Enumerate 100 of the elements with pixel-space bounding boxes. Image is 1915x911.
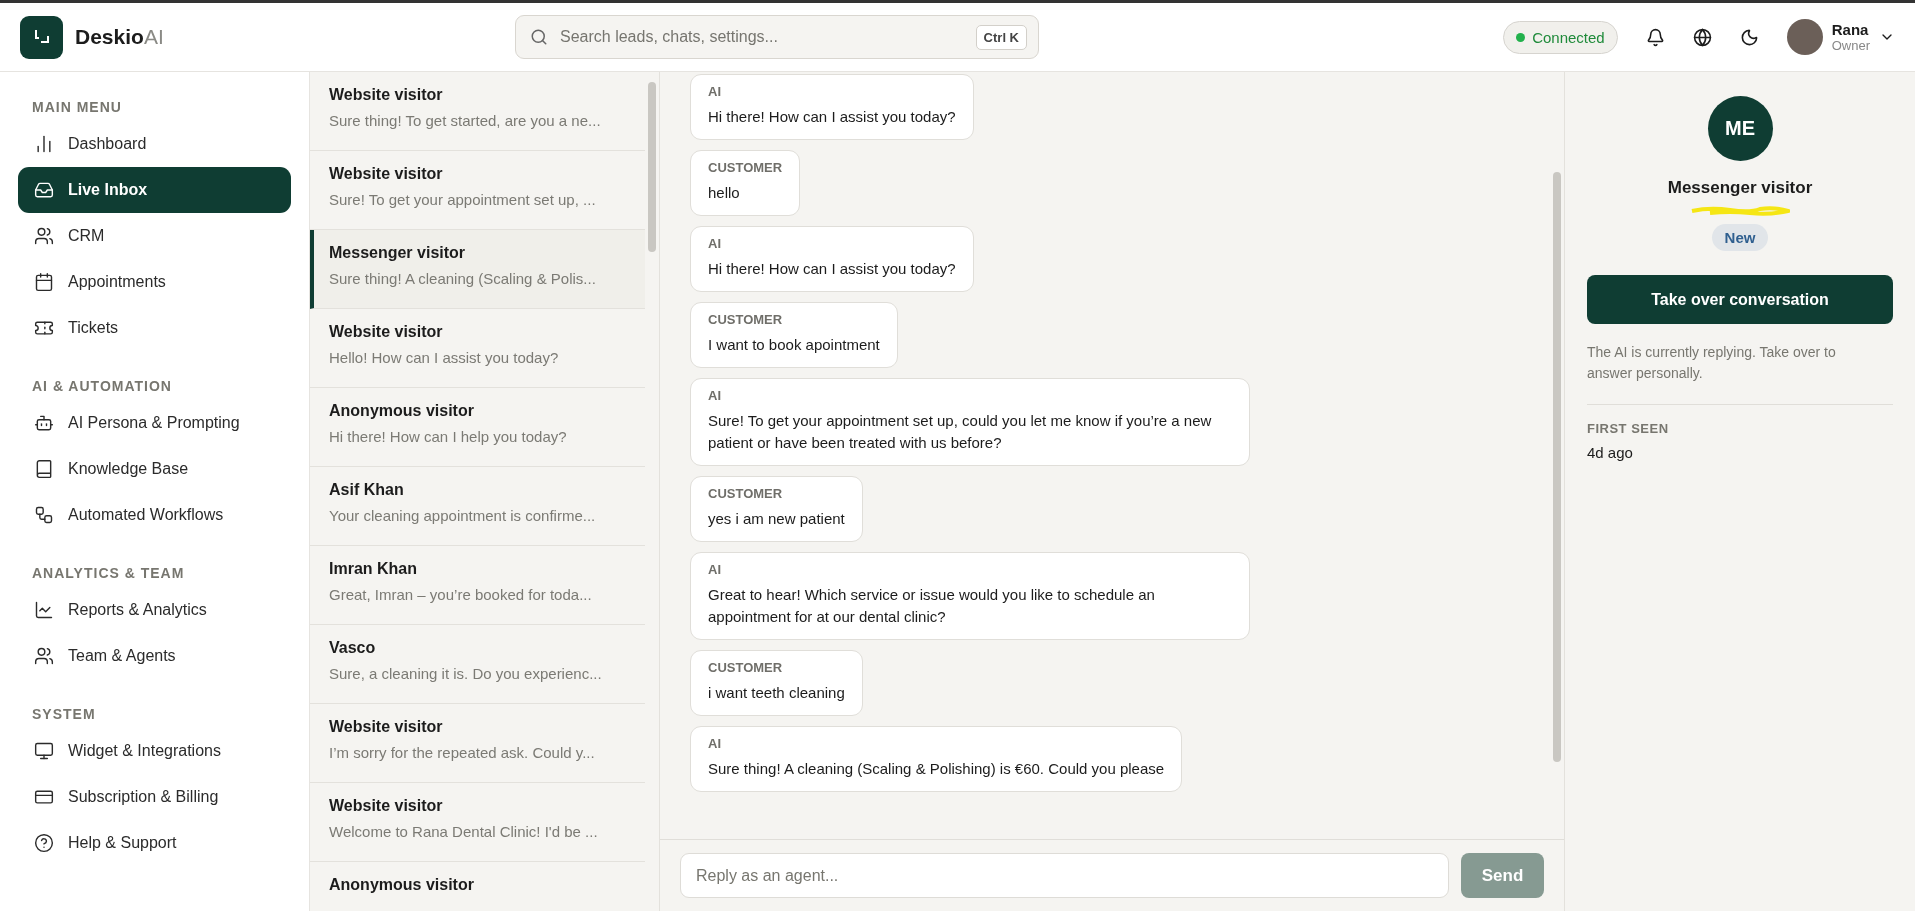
sidebar-item[interactable]: Team & Agents	[18, 633, 291, 679]
conversation-name: Website visitor	[329, 718, 444, 736]
sidebar-item[interactable]: Appointments	[18, 259, 291, 305]
logo-icon	[20, 15, 63, 59]
sidebar-label: Reports & Analytics	[68, 601, 207, 619]
sidebar-item[interactable]: Reports & Analytics	[18, 587, 291, 633]
conversation-name: Website visitor	[329, 165, 444, 183]
sidebar-label: Automated Workflows	[68, 506, 224, 524]
ticket-icon	[34, 318, 54, 338]
message-sender: CUSTOMER	[708, 660, 784, 675]
sidebar-label: Subscription & Billing	[68, 788, 219, 806]
scrollbar[interactable]	[1553, 172, 1561, 762]
field-label: FIRST SEEN	[1587, 421, 1670, 436]
moon-icon[interactable]	[1739, 27, 1759, 47]
sidebar-label: CRM	[68, 227, 105, 245]
conversation-name: Asif Khan	[329, 481, 405, 499]
message-sender: AI	[708, 736, 722, 751]
help-icon	[34, 833, 54, 853]
connection-status: Connected	[1503, 20, 1618, 54]
sidebar-label: Widget & Integrations	[68, 742, 221, 760]
message-text: hello	[708, 183, 741, 203]
conversation-preview: Sure, a cleaning it is. Do you experienc...	[329, 665, 603, 682]
message-sender: AI	[708, 236, 722, 251]
card-icon	[34, 787, 54, 807]
conversation-preview: Sure thing! To get started, are you a ne...	[329, 112, 602, 129]
sidebar-item[interactable]: Help & Support	[18, 820, 291, 866]
sidebar-item[interactable]: Dashboard	[18, 121, 291, 167]
message-text: yes i am new patient	[708, 509, 845, 529]
section-title: MAIN MENU	[31, 98, 123, 117]
conversation-item[interactable]: Messenger visitor Sure thing! A cleaning (Scaling & Polis...	[310, 230, 645, 309]
sidebar-item[interactable]: Subscription & Billing	[18, 774, 291, 820]
message-text: Great to hear! Which service or issue would you like to schedule an appointment for at our dental clinic?	[708, 585, 1156, 627]
contact-avatar: ME	[1707, 96, 1773, 161]
sidebar-item[interactable]: Tickets	[18, 305, 291, 351]
conversation-preview: Welcome to Rana Dental Clinic! I'd be ...	[329, 823, 599, 840]
robot-icon	[34, 413, 54, 433]
sidebar-label: Live Inbox	[68, 181, 148, 199]
sidebar-label: Team & Agents	[68, 647, 176, 665]
message-text: Hi there! How can I assist you today?	[708, 107, 956, 127]
sidebar-label: Tickets	[68, 319, 119, 337]
message-text: Sure! To get your appointment set up, could you let me know if you’re a new patient or have been treated with us before?	[708, 411, 1213, 453]
sidebar-item[interactable]: Knowledge Base	[18, 446, 291, 492]
conversation-preview: Sure thing! A cleaning (Scaling & Polis...	[329, 270, 597, 287]
conversation-preview: Hi there! How can I help you today?	[329, 428, 568, 445]
sidebar-label: AI Persona & Prompting	[68, 414, 240, 432]
line-chart-icon	[34, 600, 54, 620]
brand-name: DeskioAI	[75, 25, 165, 49]
message-sender: CUSTOMER	[708, 312, 784, 327]
conversation-name: Vasco	[329, 639, 377, 657]
sidebar-item[interactable]: Automated Workflows	[18, 492, 291, 538]
calendar-icon	[34, 272, 54, 292]
sidebar-label: Help & Support	[68, 834, 177, 852]
nodes-icon	[34, 505, 54, 525]
conversation-name: Website visitor	[329, 797, 444, 815]
contact-name: Messenger visitor	[1667, 178, 1813, 198]
sidebar-item[interactable]: AI Persona & Prompting	[18, 400, 291, 446]
users-icon	[34, 646, 54, 666]
inbox-icon	[34, 180, 54, 200]
sidebar-label: Knowledge Base	[68, 460, 189, 478]
section-title: ANALYTICS & TEAM	[31, 564, 186, 583]
message-text: Sure thing! A cleaning (Scaling & Polishing) is €60. Could you please	[708, 759, 1165, 779]
message-text: Hi there! How can I assist you today?	[708, 259, 956, 279]
sidebar-item[interactable]: Widget & Integrations	[18, 728, 291, 774]
users-icon	[34, 226, 54, 246]
shortcut-hint: Ctrl K	[975, 25, 1027, 50]
bar-chart-icon	[34, 134, 54, 154]
user-role: Owner	[1831, 38, 1870, 53]
sidebar-item[interactable]: CRM	[18, 213, 291, 259]
conversation-preview: Your cleaning appointment is confirme...	[329, 507, 597, 524]
sidebar-item[interactable]: Live Inbox	[18, 167, 291, 213]
monitor-icon	[34, 741, 54, 761]
message-sender: AI	[708, 84, 722, 99]
status-badge: New	[1711, 224, 1769, 251]
sidebar-label: Appointments	[68, 273, 166, 291]
conversation-preview: Sure! To get your appointment set up, ...	[329, 191, 597, 208]
user-name: Rana	[1831, 21, 1870, 38]
section-title: AI & AUTOMATION	[31, 377, 173, 396]
conversation-name: Imran Khan	[329, 560, 418, 578]
take-over-button[interactable]: Take over conversation	[1587, 275, 1893, 324]
message-sender: CUSTOMER	[708, 486, 784, 501]
book-icon	[34, 459, 54, 479]
message-sender: CUSTOMER	[708, 160, 783, 175]
message-text: I want to book apointment	[708, 335, 880, 355]
message-sender: AI	[708, 388, 722, 403]
conversation-name: Website visitor	[329, 86, 444, 104]
scrollbar[interactable]	[648, 82, 656, 252]
section-title: SYSTEM	[31, 705, 97, 724]
info-text: The AI is currently replying. Take over to answer personally.	[1587, 343, 1837, 383]
conversation-name: Anonymous visitor	[329, 402, 475, 420]
field-value: 4d ago	[1587, 444, 1634, 461]
conversation-preview: I’m sorry for the repeated ask. Could y...	[329, 744, 596, 761]
globe-icon[interactable]	[1692, 27, 1712, 47]
message-text: i want teeth cleaning	[708, 683, 845, 703]
message-sender: AI	[708, 562, 722, 577]
conversation-name: Anonymous visitor	[329, 876, 475, 894]
conversation-preview: Hello! How can I assist you today?	[329, 349, 560, 366]
conversation-preview: Great, Imran – you’re booked for toda...	[329, 586, 593, 603]
avatar-placeholder	[1786, 19, 1823, 55]
notification-icon[interactable]	[1645, 27, 1665, 47]
conversation-name: Messenger visitor	[329, 244, 467, 262]
